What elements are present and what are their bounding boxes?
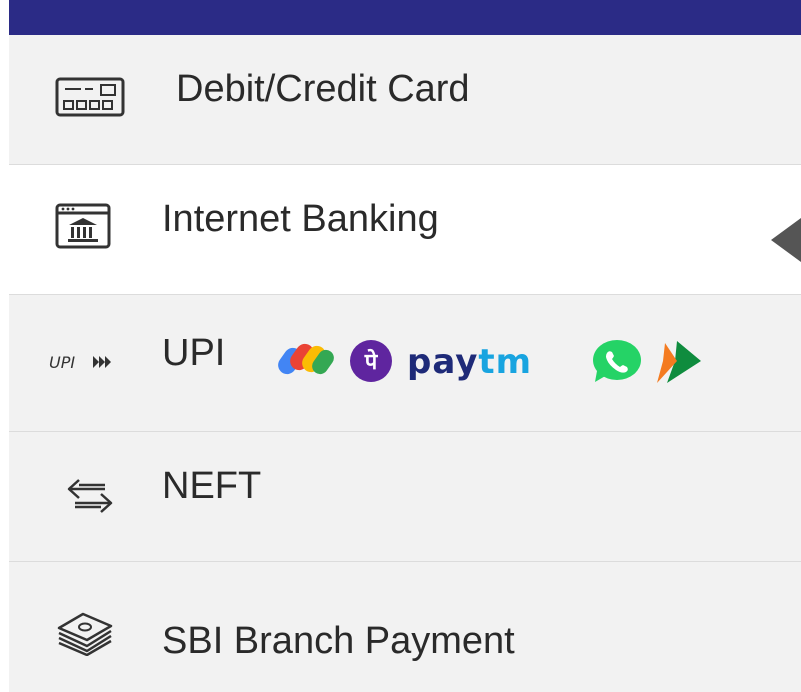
payment-option-sbi-branch-payment[interactable]: SBI Branch Payment <box>9 562 801 692</box>
payment-option-label: SBI Branch Payment <box>162 620 515 662</box>
payment-option-label: Internet Banking <box>162 198 439 240</box>
payment-option-label: Debit/Credit Card <box>176 68 470 110</box>
bank-building-icon <box>55 203 111 249</box>
payment-option-neft[interactable]: NEFT <box>9 432 801 562</box>
payment-option-debit-credit-card[interactable]: Debit/Credit Card <box>9 35 801 165</box>
transfer-arrows-icon <box>67 479 113 513</box>
bhim-icon <box>657 341 701 383</box>
credit-card-icon <box>55 77 125 117</box>
google-pay-icon <box>278 343 334 375</box>
upi-logo-icon: UPI <box>49 353 111 372</box>
header-bar <box>9 0 801 35</box>
whatsapp-icon <box>593 340 641 382</box>
payment-option-upi[interactable]: UPI UPI पे paytm <box>9 295 801 432</box>
payment-method-menu: Debit/Credit Card Internet Banking UPI U… <box>9 35 801 692</box>
paytm-logo: paytm <box>407 342 533 382</box>
payment-page: Debit/Credit Card Internet Banking UPI U… <box>0 0 801 692</box>
payment-option-label: UPI <box>162 332 226 374</box>
active-option-pointer <box>771 218 801 262</box>
payment-option-label: NEFT <box>162 465 262 507</box>
cash-stack-icon <box>57 612 113 656</box>
svg-text:UPI: UPI <box>49 353 75 372</box>
phonepe-icon: पे <box>350 340 392 382</box>
svg-text:पे: पे <box>364 348 379 375</box>
payment-option-internet-banking[interactable]: Internet Banking <box>9 165 801 295</box>
